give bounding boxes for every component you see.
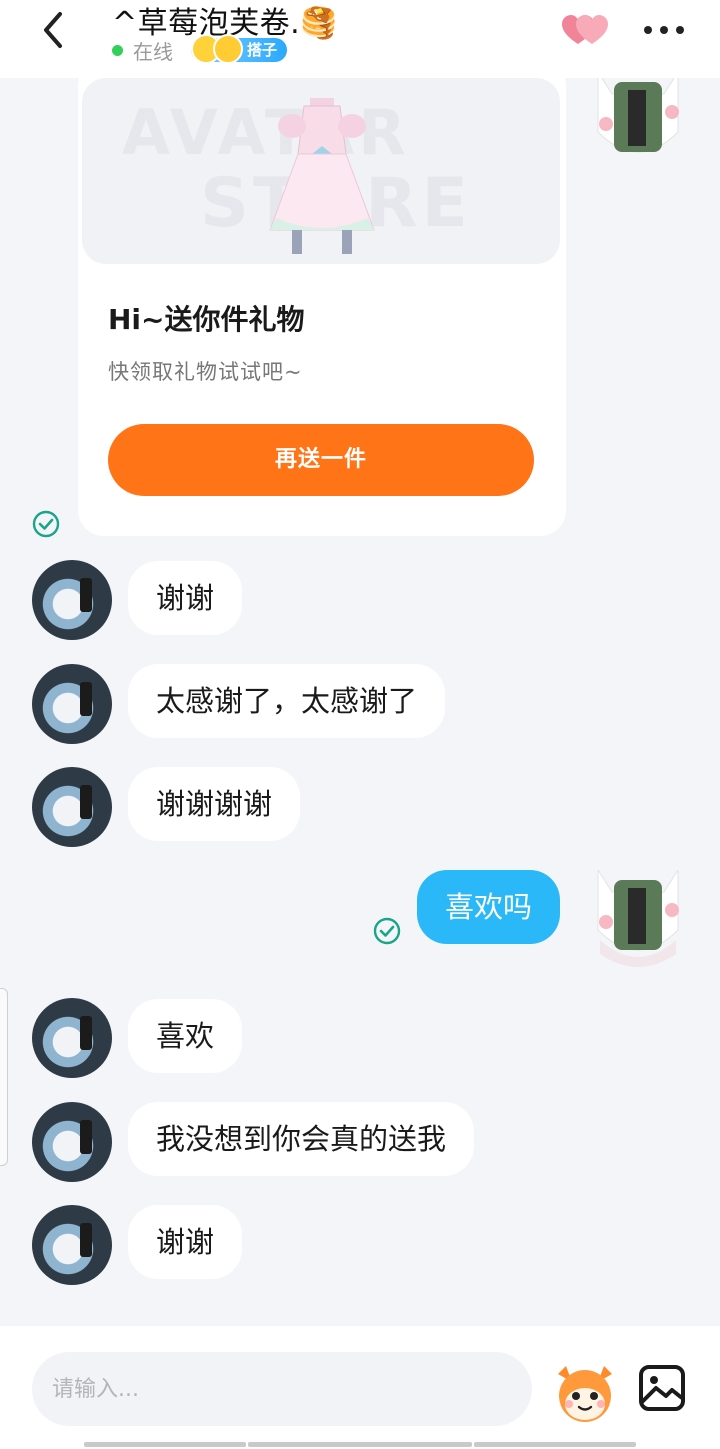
- contact-avatar[interactable]: [32, 998, 112, 1078]
- online-status: 在线: [133, 39, 173, 64]
- contact-avatar[interactable]: [32, 1205, 112, 1285]
- more-dot: [660, 26, 668, 34]
- contact-avatar[interactable]: [32, 560, 112, 640]
- send-another-gift-button[interactable]: 再送一件: [108, 424, 534, 496]
- image-icon: [639, 1365, 685, 1411]
- contact-avatar[interactable]: [32, 767, 112, 847]
- dress-item-icon: [269, 98, 375, 254]
- my-message-bubble[interactable]: 喜欢吗: [417, 870, 561, 944]
- emoji-button[interactable]: [552, 1362, 618, 1424]
- partner-tag-badge[interactable]: 搭子: [191, 34, 288, 64]
- gift-subtitle: 快领取礼物试试吧~: [108, 360, 303, 384]
- more-options-button[interactable]: [644, 14, 684, 46]
- message-bubble[interactable]: 谢谢: [128, 561, 243, 635]
- bottom-bar-segment: [248, 1442, 472, 1447]
- intimacy-heart-button[interactable]: [560, 12, 610, 48]
- contact-avatar[interactable]: [32, 1102, 112, 1182]
- message-bubble[interactable]: 谢谢谢谢: [128, 767, 301, 841]
- side-drawer-handle[interactable]: [0, 988, 8, 1166]
- double-heart-icon: [562, 15, 608, 44]
- cat-frame-avatar-icon: [597, 70, 679, 153]
- chat-header: ^草莓泡芙卷.🥞 在线 搭子: [0, 0, 720, 78]
- message-bubble[interactable]: 太感谢了，太感谢了: [128, 664, 446, 738]
- gift-title: Hi~送你件礼物: [108, 303, 305, 336]
- gift-image: AVATAR STORE: [82, 78, 560, 264]
- gift-card-message[interactable]: AVATAR STORE Hi~送你件礼物 快领取礼物试试吧~ 再送一件: [78, 60, 566, 536]
- chevron-left-icon: [44, 12, 62, 48]
- online-dot-icon: [112, 44, 123, 56]
- emoji-mascot-icon: [558, 1366, 612, 1422]
- message-input[interactable]: [32, 1352, 532, 1426]
- read-check-icon: [373, 917, 401, 945]
- message-bubble[interactable]: 我没想到你会真的送我: [128, 1102, 475, 1176]
- my-avatar[interactable]: [594, 70, 682, 172]
- more-dot: [676, 26, 684, 34]
- contact-avatar[interactable]: [32, 664, 112, 744]
- more-dots-icon: [644, 26, 652, 34]
- read-check-icon: [32, 510, 60, 538]
- message-bubble[interactable]: 谢谢: [128, 1205, 243, 1279]
- star-eyes-emoji-icon: [213, 34, 243, 64]
- cat-frame-avatar-icon: [597, 868, 679, 967]
- message-bubble[interactable]: 喜欢: [128, 999, 243, 1073]
- bottom-bar-segment: [474, 1442, 636, 1447]
- bottom-bar-segment: [84, 1442, 246, 1447]
- input-bar: [0, 1326, 720, 1449]
- tag-label: 搭子: [247, 41, 278, 59]
- status-row: 在线 搭子: [112, 34, 288, 64]
- image-picker-button[interactable]: [638, 1364, 686, 1412]
- my-avatar[interactable]: [594, 868, 682, 970]
- back-button[interactable]: [36, 10, 76, 50]
